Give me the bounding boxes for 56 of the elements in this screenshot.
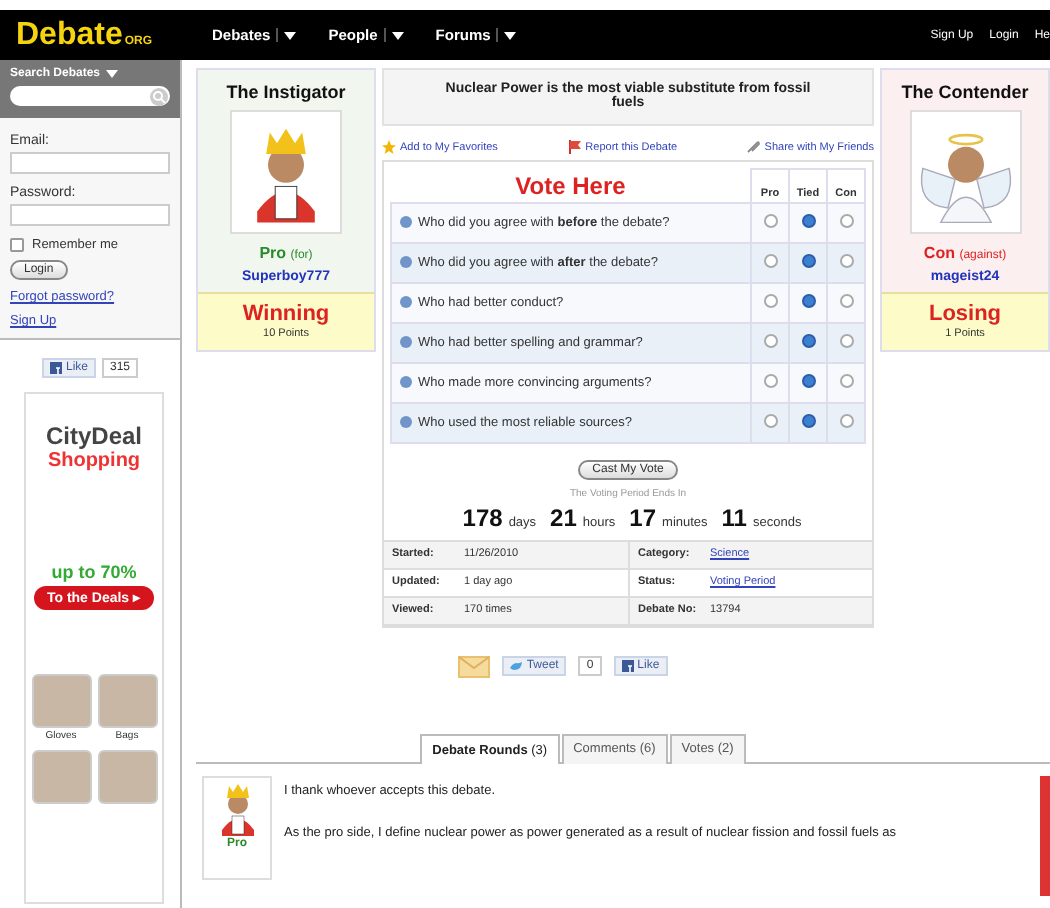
side-bar	[1040, 775, 1050, 895]
participant-heading: The Contender	[899, 82, 1031, 102]
radio-button[interactable]	[839, 374, 853, 389]
photo-placeholder[interactable]	[97, 674, 157, 728]
like-icon	[49, 362, 62, 374]
radio-button[interactable]	[763, 294, 777, 309]
ad-brand: CityDeal	[43, 422, 145, 450]
caret-icon	[284, 31, 297, 39]
like-icon	[621, 660, 634, 672]
remember-checkbox[interactable]	[10, 238, 24, 252]
bullet-icon	[400, 415, 412, 428]
countdown-value: 17	[629, 503, 657, 531]
bullet-icon	[400, 375, 412, 388]
radio-button[interactable]	[839, 214, 853, 229]
caret-icon	[106, 70, 119, 78]
radio-button[interactable]	[839, 414, 853, 429]
countdown-value: 178	[462, 503, 503, 531]
star-icon	[382, 140, 396, 154]
result-status: Winning	[240, 302, 332, 326]
radio-button[interactable]	[763, 254, 777, 269]
search-icon	[150, 87, 168, 105]
photo-placeholder[interactable]	[31, 750, 91, 804]
participant-heading: The Instigator	[224, 82, 348, 102]
caret-icon	[391, 31, 404, 39]
radio-button[interactable]	[839, 294, 853, 309]
radio-button[interactable]	[763, 374, 777, 389]
bullet-icon	[400, 295, 412, 308]
radio-button[interactable]	[763, 214, 777, 229]
result-status: Losing	[926, 302, 1004, 326]
photo-placeholder[interactable]	[97, 750, 157, 804]
countdown-value: 21	[550, 503, 577, 531]
radio-button[interactable]	[839, 254, 853, 269]
vote-heading: Vote Here	[515, 171, 626, 199]
radio-button[interactable]	[801, 254, 815, 269]
radio-button[interactable]	[763, 334, 777, 349]
radio-button[interactable]	[801, 374, 815, 389]
envelope-icon	[458, 655, 491, 677]
password-field[interactable]	[10, 204, 170, 226]
search-field[interactable]	[10, 86, 170, 106]
radio-button[interactable]	[763, 414, 777, 429]
photo-placeholder[interactable]	[31, 674, 91, 728]
radio-button[interactable]	[801, 334, 815, 349]
bird-icon	[510, 661, 523, 671]
ad-subtitle: Shopping	[45, 450, 143, 472]
radio-button[interactable]	[801, 214, 815, 229]
radio-button[interactable]	[801, 294, 815, 309]
ad-offer: up to 70%	[49, 562, 139, 582]
caret-icon	[504, 31, 517, 39]
email-field[interactable]	[10, 152, 170, 174]
bullet-icon	[400, 335, 412, 348]
bullet-icon	[400, 215, 412, 228]
bullet-icon	[400, 255, 412, 268]
radio-button[interactable]	[801, 414, 815, 429]
flag-icon	[567, 140, 582, 154]
countdown-value: 11	[721, 503, 747, 531]
radio-button[interactable]	[839, 334, 853, 349]
